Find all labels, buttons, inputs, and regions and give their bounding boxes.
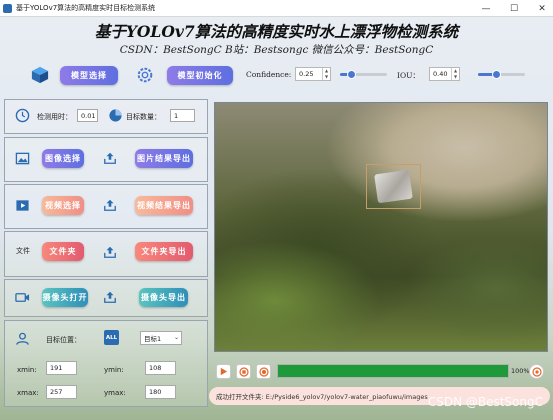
app-icon (3, 3, 12, 13)
xmin-value: 191 (50, 364, 63, 372)
play-icon (220, 367, 228, 376)
window-titlebar: 基于YOLOv7算法的高精度实时目标检测系统 — ☐ ✕ (0, 0, 553, 17)
video-select-button[interactable]: 视频选择 (42, 196, 84, 215)
confidence-value: 0.25 (299, 70, 314, 78)
ymin-value: 108 (149, 364, 162, 372)
maximize-button[interactable]: ☐ (507, 4, 521, 14)
status-text: 成功打开文件夹: E:/Pyside6_yolov7/yolov7-water_… (216, 393, 428, 401)
upload-icon (104, 246, 116, 258)
count-field: 1 (170, 109, 195, 122)
target-selected-value: 目标1 (144, 335, 162, 343)
time-field: 0.01 (77, 109, 98, 122)
model-init-button[interactable]: 模型初始化 (167, 66, 233, 85)
ymax-field: 180 (145, 385, 176, 399)
record-button[interactable] (256, 364, 271, 379)
detection-bounding-box (366, 164, 421, 209)
video-icon (16, 200, 29, 211)
ymin-label: ymin: (104, 366, 124, 374)
iou-slider[interactable] (478, 70, 525, 79)
all-targets-icon-label: ALL (105, 334, 118, 341)
upload-icon (104, 291, 116, 303)
xmax-field: 257 (46, 385, 77, 399)
time-label: 检测用时： (37, 113, 72, 121)
model-select-button[interactable]: 模型选择 (60, 66, 118, 85)
floating-debris-object (374, 169, 413, 204)
camera-open-button[interactable]: 摄像头打开 (42, 288, 88, 307)
iou-value: 0.40 (433, 70, 448, 78)
detection-preview-image (214, 102, 548, 352)
spin-arrows-icon[interactable]: ▲ ▼ (322, 68, 330, 80)
spin-arrows-icon[interactable]: ▲ ▼ (451, 68, 459, 80)
iou-slider-knob[interactable] (492, 70, 502, 79)
iou-spinbox[interactable]: 0.40 ▲ ▼ (429, 67, 460, 81)
count-label: 目标数量： (126, 113, 161, 121)
confidence-slider[interactable] (340, 70, 387, 79)
progress-bar (277, 364, 509, 378)
folder-export-button[interactable]: 文件夹导出 (135, 242, 193, 261)
page-title: 基于YOLOv7算法的高精度实时水上漂浮物检测系统 (94, 22, 459, 41)
count-value: 1 (174, 111, 179, 120)
stop-button[interactable] (236, 364, 251, 379)
stop-icon (238, 366, 249, 377)
record-icon (258, 366, 269, 377)
camera-export-button[interactable]: 摄像头导出 (139, 288, 188, 307)
ymax-label: ymax: (104, 389, 126, 397)
watermark: CSDN @BestSongC (427, 395, 543, 409)
xmin-label: xmin: (17, 366, 37, 374)
page-subtitle: CSDN：BestSongC B站：Bestsongc 微信公众号：BestSo… (119, 44, 434, 56)
window-title: 基于YOLOv7算法的高精度实时目标检测系统 (16, 4, 156, 12)
ymax-value: 180 (149, 388, 162, 396)
clock-icon (15, 108, 30, 123)
position-label: 目标位置： (46, 336, 81, 344)
video-export-button[interactable]: 视频结果导出 (135, 196, 193, 215)
xmin-field: 191 (46, 361, 77, 375)
xmax-value: 257 (50, 388, 63, 396)
gear-icon (137, 67, 153, 83)
image-icon (15, 152, 30, 165)
target-select-dropdown[interactable]: 目标1 ⌄ (140, 331, 182, 345)
image-export-button[interactable]: 图片结果导出 (135, 149, 193, 168)
camera-icon (15, 293, 30, 302)
progress-bar-fill (278, 365, 508, 377)
settings-circle-button[interactable] (529, 364, 544, 379)
pie-chart-icon (109, 109, 122, 122)
confidence-slider-knob[interactable] (347, 70, 357, 79)
image-select-button[interactable]: 图像选择 (42, 149, 84, 168)
iou-label: IOU： (397, 71, 420, 80)
folder-select-button[interactable]: 文件夹 (42, 242, 84, 261)
cube-icon (31, 66, 49, 84)
close-button[interactable]: ✕ (535, 4, 549, 14)
target-icon (531, 366, 542, 377)
all-targets-icon: ALL (104, 330, 119, 345)
play-button[interactable] (216, 364, 231, 379)
progress-percent: 100% (511, 367, 530, 375)
chevron-down-icon: ⌄ (173, 334, 179, 341)
time-value: 0.01 (81, 111, 96, 120)
upload-icon (104, 152, 116, 164)
minimize-button[interactable]: — (479, 4, 493, 14)
confidence-label: Confidence: (246, 70, 292, 79)
confidence-spinbox[interactable]: 0.25 ▲ ▼ (295, 67, 331, 81)
upload-icon (104, 199, 116, 211)
ymin-field: 108 (145, 361, 176, 375)
user-location-icon (16, 332, 29, 345)
xmax-label: xmax: (17, 389, 39, 397)
folder-section-label: 文件 (16, 247, 30, 255)
